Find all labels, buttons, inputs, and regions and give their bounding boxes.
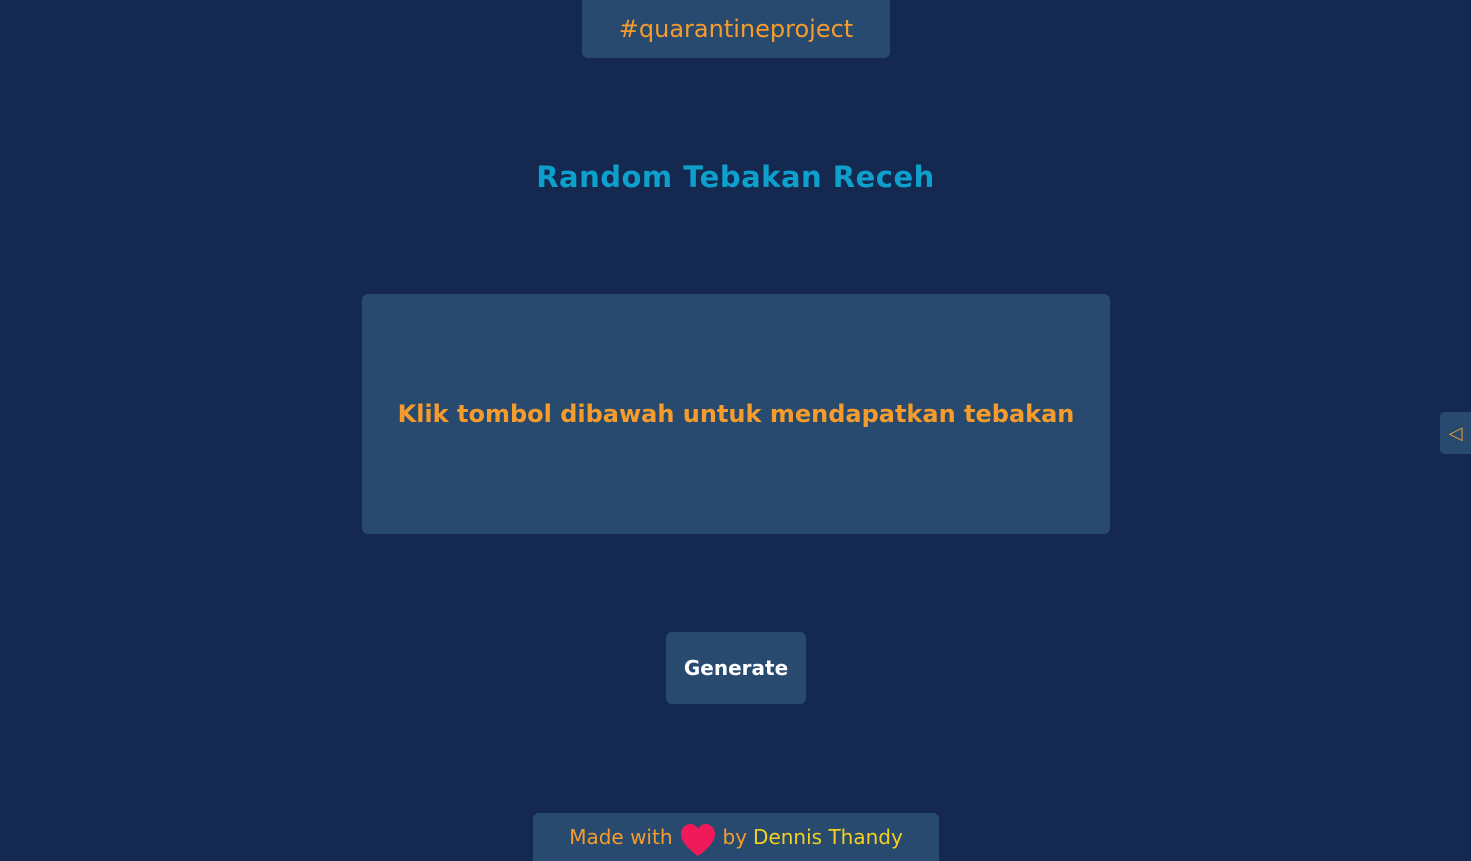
side-panel-toggle[interactable]: ◁	[1440, 412, 1471, 454]
generate-button[interactable]: Generate	[666, 632, 806, 704]
triangle-left-icon: ◁	[1448, 422, 1463, 444]
footer-by: by	[722, 825, 748, 849]
page-title: Random Tebakan Receh	[536, 160, 935, 194]
generate-button-label: Generate	[683, 656, 789, 680]
joke-text: Klik tombol dibawah untuk mendapatkan te…	[397, 400, 1075, 428]
footer-made-with: Made with	[569, 825, 673, 849]
quarantine-tag: #quarantineproject	[582, 0, 890, 58]
author-link[interactable]: Dennis Thandy	[753, 825, 903, 849]
heart-icon	[679, 823, 717, 857]
joke-card: Klik tombol dibawah untuk mendapatkan te…	[362, 294, 1110, 534]
quarantine-tag-text: #quarantineproject	[618, 15, 854, 43]
footer: Made with by Dennis Thandy	[533, 813, 939, 861]
page: #quarantineproject Random Tebakan Receh …	[0, 0, 1471, 861]
